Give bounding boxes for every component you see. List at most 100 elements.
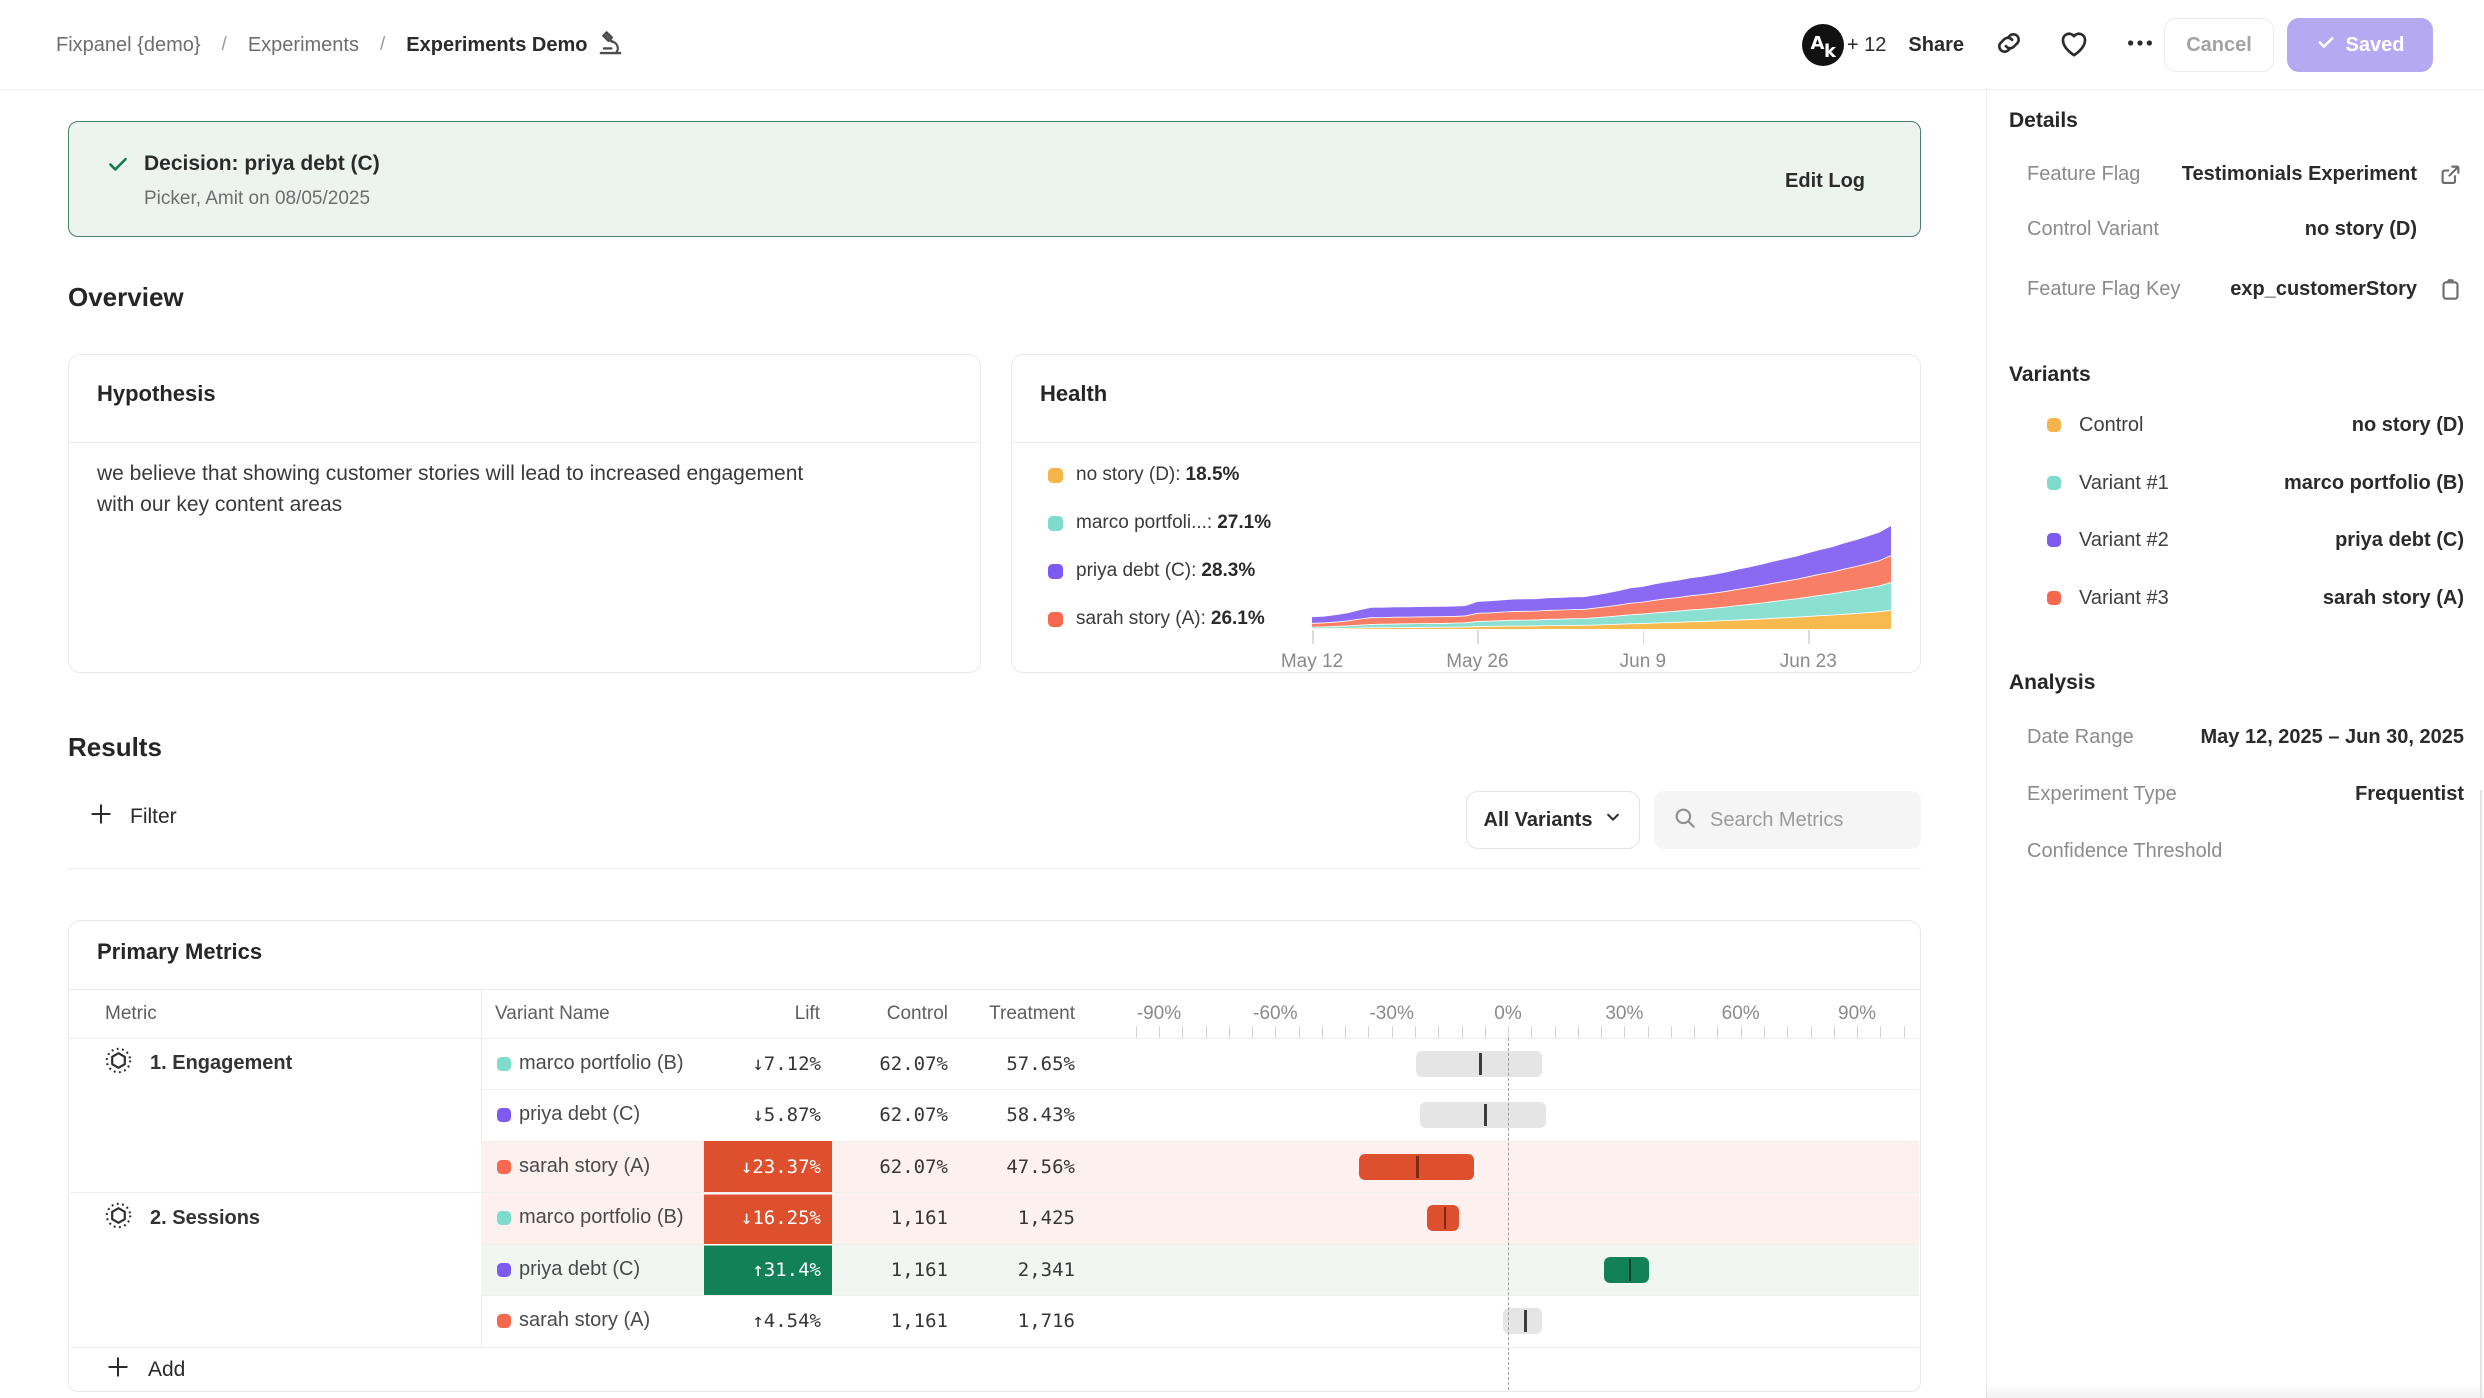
search-icon: [1654, 805, 1698, 836]
analysis-row: Experiment TypeFrequentist: [2027, 783, 2464, 813]
column-header-treatment: Treatment: [948, 989, 1075, 1038]
row-value: no story (D): [2352, 414, 2464, 437]
variant-color-dot: [2047, 476, 2061, 490]
x-tick: [1808, 630, 1810, 644]
variant-label: Variant #1: [2079, 472, 2169, 495]
variants-dropdown[interactable]: All Variants: [1466, 791, 1640, 849]
copy-link-button[interactable]: [1994, 28, 2024, 63]
row-divider: [70, 1192, 1919, 1193]
control-value: 1,161: [832, 1259, 948, 1281]
row-divider: [481, 1244, 1919, 1245]
variant-color-dot: [2047, 533, 2061, 547]
treatment-value: 2,341: [948, 1259, 1075, 1281]
legend-label: marco portfoli...:: [1076, 512, 1212, 534]
more-options-button[interactable]: [2125, 28, 2155, 63]
row-value: May 12, 2025 – Jun 30, 2025: [2200, 726, 2464, 749]
metric-name: 2. Sessions: [150, 1207, 260, 1230]
lift-value: ↑4.54%: [704, 1310, 821, 1332]
row-tint: [481, 1244, 1919, 1296]
variants-dropdown-value: All Variants: [1484, 809, 1593, 832]
share-button[interactable]: Share: [1908, 34, 1964, 57]
add-metric-button[interactable]: Add: [69, 1347, 1920, 1392]
external-link-icon[interactable]: [2437, 161, 2464, 193]
confidence-marker: [1444, 1207, 1447, 1229]
edit-log-button[interactable]: Edit Log: [1785, 170, 1865, 193]
results-heading: Results: [68, 732, 162, 763]
row-value: Frequentist: [2355, 783, 2464, 806]
variant-color-dot: [2047, 418, 2061, 432]
health-title: Health: [1040, 381, 1107, 407]
ruler-tick: [1345, 1026, 1346, 1038]
cancel-button[interactable]: Cancel: [2164, 18, 2274, 72]
variant-color-dot: [2047, 591, 2061, 605]
filter-label: Filter: [130, 805, 177, 829]
feature-flag-row: Feature FlagTestimonials Experiment: [2027, 163, 2464, 193]
variant-name: priya debt (C): [519, 1258, 640, 1281]
ruler-tick: [1136, 1026, 1137, 1038]
zero-axis-line: [1508, 1038, 1509, 1390]
column-header-metric: Metric: [105, 989, 157, 1038]
variant-row: Control no story (D): [2027, 414, 2464, 444]
variant-color-dot: [497, 1314, 511, 1328]
hypothesis-text[interactable]: we believe that showing customer stories…: [97, 458, 842, 520]
x-tick: [1477, 630, 1479, 644]
legend-label: sarah story (A):: [1076, 608, 1206, 630]
variant-color-dot: [497, 1160, 511, 1174]
ruler-tick: [1206, 1026, 1207, 1038]
ruler-tick: [1415, 1026, 1416, 1038]
ruler-tick: [1229, 1026, 1230, 1038]
row-value: priya debt (C): [2335, 529, 2464, 552]
row-value: Testimonials Experiment: [2182, 163, 2417, 186]
row-label: Confidence Threshold: [2027, 840, 2222, 863]
scrollbar[interactable]: [2480, 790, 2482, 1398]
legend-value: 27.1%: [1217, 512, 1271, 534]
column-header-control: Control: [832, 989, 948, 1038]
add-filter-button[interactable]: Filter: [88, 800, 177, 834]
variant-color-dot: [497, 1211, 511, 1225]
row-value: exp_customerStory: [2230, 278, 2417, 301]
breadcrumb-experiments[interactable]: Experiments: [248, 34, 359, 57]
avatar[interactable]: A k: [1802, 24, 1844, 66]
treatment-value: 47.56%: [948, 1156, 1075, 1178]
variant-label: Control: [2079, 414, 2143, 437]
control-value: 1,161: [832, 1207, 948, 1229]
primary-metrics-title: Primary Metrics: [97, 939, 262, 965]
page-title: Experiments Demo: [406, 34, 587, 57]
divider: [69, 442, 980, 443]
lift-badge: ↓16.25%: [704, 1193, 832, 1245]
search-metrics-input[interactable]: [1710, 809, 1900, 832]
plus-icon: [88, 801, 114, 833]
breadcrumb: Fixpanel {demo} / Experiments / Experime…: [56, 0, 624, 90]
collaborator-count[interactable]: + 12: [1847, 34, 1886, 57]
lift-value: ↓5.87%: [704, 1104, 821, 1126]
legend-item: priya debt (C): 28.3%: [1048, 560, 1255, 582]
health-card: Health no story (D): 18.5%marco portfoli…: [1011, 354, 1921, 673]
row-label: Control Variant: [2027, 218, 2159, 241]
ruler-tick: [1531, 1026, 1532, 1038]
row-label: Date Range: [2027, 726, 2134, 749]
variants-heading: Variants: [2009, 363, 2091, 387]
copy-icon[interactable]: [2437, 276, 2464, 308]
legend-value: 26.1%: [1211, 608, 1265, 630]
overview-heading: Overview: [68, 282, 184, 313]
metric-icon: [105, 1202, 132, 1235]
ruler-tick: [1299, 1026, 1300, 1038]
variant-name: sarah story (A): [519, 1155, 650, 1178]
variant-row: Variant #2priya debt (C): [2027, 529, 2464, 559]
link-icon: [1994, 28, 2024, 63]
legend-value: 18.5%: [1186, 464, 1240, 486]
saved-button[interactable]: Saved: [2287, 18, 2433, 72]
treatment-value: 1,425: [948, 1207, 1075, 1229]
breadcrumb-project[interactable]: Fixpanel {demo}: [56, 34, 201, 57]
ruler-tick: [1159, 1026, 1160, 1038]
plus-icon: [105, 1354, 131, 1386]
row-value: sarah story (A): [2323, 587, 2464, 610]
favorite-button[interactable]: [2057, 26, 2091, 65]
column-header-variant: Variant Name: [495, 989, 610, 1038]
row-value: no story (D): [2305, 218, 2417, 241]
confidence-marker: [1484, 1104, 1487, 1126]
ruler-tick: [1392, 1026, 1393, 1038]
heart-icon: [2057, 26, 2091, 65]
x-tick: [1312, 630, 1314, 644]
confidence-marker: [1479, 1053, 1482, 1075]
